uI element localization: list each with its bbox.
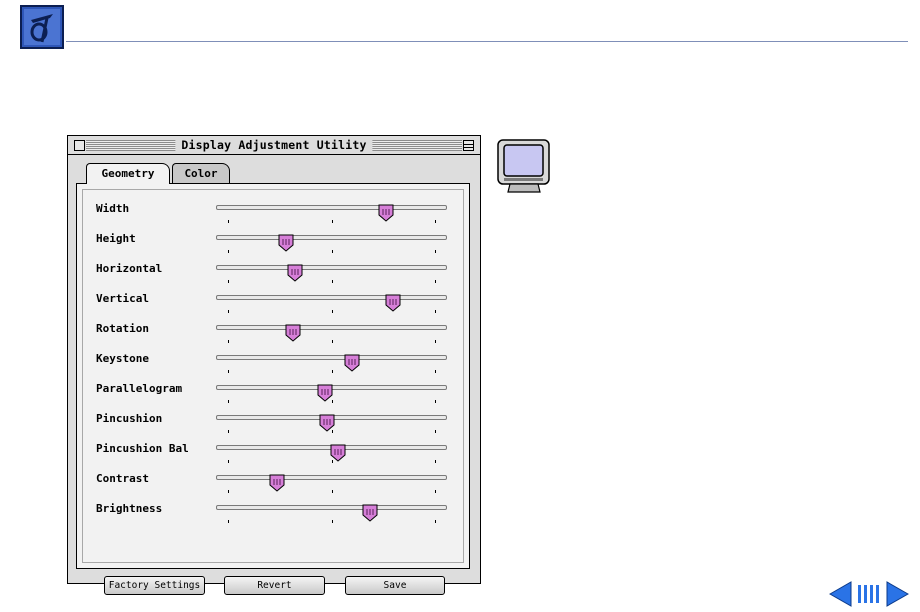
slider-row: Pincushion Bal <box>77 440 469 470</box>
slider-track[interactable] <box>216 324 447 343</box>
tab-color[interactable]: Color <box>172 163 230 183</box>
slider-label: Pincushion <box>96 412 163 425</box>
slider-row: Keystone <box>77 350 469 380</box>
slider-label: Keystone <box>96 352 149 365</box>
slider-tick <box>331 250 333 253</box>
slider-tick <box>228 340 230 343</box>
slider-tick <box>331 220 333 223</box>
slider-row: Width <box>77 200 469 230</box>
slider-row: Vertical <box>77 290 469 320</box>
slider-label: Vertical <box>96 292 149 305</box>
nav-forward-icon[interactable] <box>886 581 909 607</box>
slider-track[interactable] <box>216 354 447 373</box>
slider-label: Brightness <box>96 502 163 515</box>
slider-tick <box>331 370 333 373</box>
slider-row: Pincushion <box>77 410 469 440</box>
nav-index-icon[interactable] <box>856 584 882 604</box>
slider-thumb[interactable] <box>362 504 378 522</box>
page-navigation <box>829 581 909 607</box>
slider-label: Width <box>96 202 130 215</box>
slider-label: Horizontal <box>96 262 163 275</box>
slider-tick <box>434 490 436 493</box>
window-title: Display Adjustment Utility <box>175 138 373 153</box>
slider-tick <box>331 520 333 523</box>
header-rule <box>66 41 908 42</box>
slider-label: Height <box>96 232 136 245</box>
slider-track[interactable] <box>216 504 447 523</box>
slider-row: Horizontal <box>77 260 469 290</box>
slider-tick <box>228 310 230 313</box>
slider-thumb[interactable] <box>317 384 333 402</box>
slider-tick <box>434 220 436 223</box>
slider-tick <box>434 310 436 313</box>
slider-tick <box>434 520 436 523</box>
slider-tick <box>331 490 333 493</box>
slider-thumb[interactable] <box>319 414 335 432</box>
slider-track[interactable] <box>216 204 447 223</box>
slider-tick <box>228 220 230 223</box>
close-box[interactable] <box>74 140 85 151</box>
slider-row: Height <box>77 230 469 260</box>
slider-track[interactable] <box>216 384 447 403</box>
slider-label: Rotation <box>96 322 149 335</box>
slider-tick <box>434 400 436 403</box>
slider-tick <box>434 280 436 283</box>
slider-row: Brightness <box>77 500 469 530</box>
slider-thumb[interactable] <box>269 474 285 492</box>
slider-track[interactable] <box>216 444 447 463</box>
slider-row: Contrast <box>77 470 469 500</box>
slider-thumb[interactable] <box>278 234 294 252</box>
slider-tick <box>434 430 436 433</box>
title-bar[interactable]: Display Adjustment Utility <box>68 136 480 155</box>
slider-tick <box>228 490 230 493</box>
slider-thumb[interactable] <box>287 264 303 282</box>
display-adjustment-window: Display Adjustment Utility Color Geometr… <box>67 135 481 595</box>
slider-thumb[interactable] <box>330 444 346 462</box>
monitor-icon <box>497 139 550 193</box>
slider-label: Pincushion Bal <box>96 442 189 455</box>
revert-button[interactable]: Revert <box>224 576 325 595</box>
slider-tick <box>228 520 230 523</box>
slider-tick <box>434 340 436 343</box>
geometry-panel: Width Height Horizontal Vertical Rotation Key… <box>76 183 470 595</box>
zoom-box[interactable] <box>463 140 474 151</box>
slider-tick <box>228 250 230 253</box>
slider-tick <box>228 400 230 403</box>
slider-track[interactable] <box>216 264 447 283</box>
nav-back-icon[interactable] <box>829 581 852 607</box>
slider-tick <box>434 370 436 373</box>
slider-row: Rotation <box>77 320 469 350</box>
slider-track[interactable] <box>216 234 447 253</box>
slider-tick <box>434 250 436 253</box>
slider-tick <box>434 460 436 463</box>
slider-tick <box>331 280 333 283</box>
slider-tick <box>228 280 230 283</box>
slider-tick <box>331 340 333 343</box>
slider-thumb[interactable] <box>378 204 394 222</box>
slider-thumb[interactable] <box>285 324 301 342</box>
slider-thumb[interactable] <box>344 354 360 372</box>
slider-track[interactable] <box>216 294 447 313</box>
slider-track[interactable] <box>216 414 447 433</box>
slider-tick <box>228 430 230 433</box>
slider-tick <box>228 370 230 373</box>
slider-tick <box>228 460 230 463</box>
slider-tick <box>331 310 333 313</box>
slider-row: Parallelogram <box>77 380 469 410</box>
factory-settings-button[interactable]: Factory Settings <box>104 576 205 595</box>
tab-geometry[interactable]: Geometry <box>86 163 170 184</box>
slider-label: Contrast <box>96 472 149 485</box>
slider-track[interactable] <box>216 474 447 493</box>
slider-label: Parallelogram <box>96 382 183 395</box>
slider-thumb[interactable] <box>385 294 401 312</box>
logo-icon <box>20 5 64 49</box>
save-button[interactable]: Save <box>345 576 445 595</box>
